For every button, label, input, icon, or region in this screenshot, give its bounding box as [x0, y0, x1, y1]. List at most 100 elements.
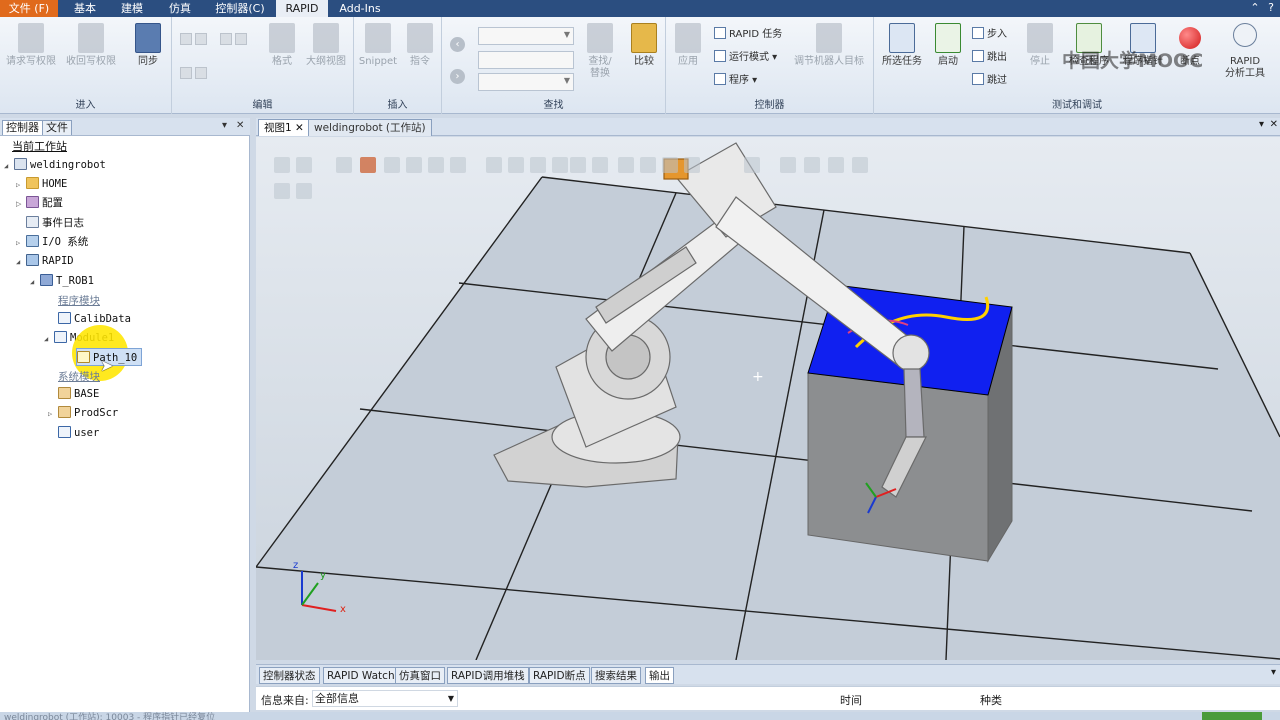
view-tool-icon[interactable] [552, 157, 568, 173]
tab-file[interactable]: 文件 (F) [0, 0, 58, 17]
view-tool-icon[interactable] [662, 157, 678, 173]
view-tool-icon[interactable] [360, 157, 376, 173]
tree-task[interactable]: ◢ T_ROB1 [30, 272, 94, 290]
tree-sysmodule-user[interactable]: user [48, 424, 99, 442]
view-tool-icon[interactable] [592, 157, 608, 173]
tree-station[interactable]: ◢ weldingrobot [4, 156, 106, 174]
stop-button[interactable]: 停止 [1018, 23, 1062, 68]
tab-add-ins[interactable]: Add-Ins [332, 0, 388, 17]
tab-rapid-breakpoints[interactable]: RAPID断点 [529, 667, 590, 684]
program-button[interactable]: 程序 ▾ [714, 73, 757, 89]
panel-close-icon[interactable]: ✕ [236, 120, 244, 131]
tree-module-calibdata[interactable]: CalibData [48, 310, 131, 328]
back-icon[interactable]: ‹ [450, 37, 465, 52]
request-write-button[interactable]: 请求写权限 [6, 23, 56, 68]
expand-arrow-icon[interactable]: ▷ [16, 234, 26, 252]
view-tool-icon[interactable] [570, 157, 586, 173]
rapid-profiler-button[interactable]: RAPID 分析工具 [1220, 23, 1270, 80]
tab-search-results[interactable]: 搜索结果 [591, 667, 641, 684]
view-tool-icon[interactable] [744, 157, 760, 173]
view-tool-icon[interactable] [296, 183, 312, 199]
tab-view1[interactable]: 视图1 ✕ [258, 119, 310, 136]
column-time[interactable]: 时间 [840, 692, 862, 708]
view-tool-icon[interactable] [508, 157, 524, 173]
tree-sysmodule-base[interactable]: BASE [48, 385, 99, 403]
find-combo-2[interactable] [478, 51, 574, 69]
release-write-button[interactable]: 收回写权限 [66, 23, 116, 68]
close-tab-icon[interactable]: ✕ [295, 122, 304, 134]
view-tool-icon[interactable] [428, 157, 444, 173]
comment-icon[interactable] [220, 33, 250, 49]
find-combo-1[interactable]: ▼ [478, 27, 574, 45]
tree-item-io-system[interactable]: ▷ I/O 系统 [16, 233, 88, 251]
view-tool-icon[interactable] [828, 157, 844, 173]
step-out-button[interactable]: 跳出 [972, 50, 1007, 66]
doc-close-icon[interactable]: ✕ [1270, 119, 1278, 130]
tab-simulation[interactable]: 仿真 [158, 0, 202, 17]
tree-item-rapid[interactable]: ◢ RAPID [16, 252, 74, 270]
controller-status-badge[interactable] [1202, 712, 1262, 720]
tab-files-panel[interactable]: 文件 [42, 120, 72, 135]
step-in-button[interactable]: 步入 [972, 27, 1007, 43]
view-tool-icon[interactable] [296, 157, 312, 173]
outline-button[interactable]: 大纲视图 [304, 23, 348, 68]
instruction-button[interactable]: 指令 [398, 23, 442, 68]
tab-controller-status[interactable]: 控制器状态 [259, 667, 320, 684]
view-tool-icon[interactable] [384, 157, 400, 173]
collapse-arrow-icon[interactable]: ◢ [30, 273, 40, 291]
snippet-button[interactable]: Snippet [356, 23, 400, 68]
expand-arrow-icon[interactable]: ▷ [16, 176, 26, 194]
rapid-task-button[interactable]: RAPID 任务 [714, 27, 782, 43]
adjust-targets-button[interactable]: 调节机器人目标 [790, 23, 868, 68]
tab-call-stack[interactable]: RAPID调用堆栈 [447, 667, 529, 684]
view-tool-icon[interactable] [780, 157, 796, 173]
panel-menu-icon[interactable]: ▾ [222, 120, 227, 131]
tree-item-event-log[interactable]: 事件日志 [16, 214, 84, 232]
view-tool-icon[interactable] [618, 157, 634, 173]
current-station-label[interactable]: 当前工作站 [12, 138, 67, 156]
view-tool-icon[interactable] [336, 157, 352, 173]
run-mode-button[interactable]: 运行模式 ▾ [714, 50, 777, 66]
collapse-arrow-icon[interactable]: ◢ [4, 157, 14, 175]
tab-controller[interactable]: 控制器(C) [206, 0, 274, 17]
tab-controller-panel[interactable]: 控制器 [2, 120, 43, 135]
step-over-button[interactable]: 跳过 [972, 73, 1007, 89]
view-tool-icon[interactable] [274, 183, 290, 199]
doc-menu-icon[interactable]: ▾ [1259, 119, 1264, 130]
expand-arrow-icon[interactable]: ▷ [48, 405, 58, 423]
view-tool-icon[interactable] [804, 157, 820, 173]
apply-button[interactable]: 应用 [666, 23, 710, 68]
compare-button[interactable]: 比较 [622, 23, 666, 68]
tab-station[interactable]: weldingrobot (工作站) [308, 119, 432, 136]
find-combo-3[interactable]: ▼ [478, 73, 574, 91]
view-tool-icon[interactable] [274, 157, 290, 173]
view-tool-icon[interactable] [684, 157, 700, 173]
tree-sysmodule-prodscr[interactable]: ▷ ProdScr [48, 404, 118, 422]
tab-basic[interactable]: 基本 [62, 0, 108, 17]
indent-icon[interactable] [180, 33, 210, 49]
tab-sim-window[interactable]: 仿真窗口 [395, 667, 445, 684]
tree-item-home[interactable]: ▷ HOME [16, 175, 67, 193]
help-icon[interactable]: ? [1264, 1, 1278, 15]
minimize-ribbon-icon[interactable]: ⌃ [1248, 1, 1262, 15]
tab-output[interactable]: 输出 [645, 667, 674, 684]
forward-icon[interactable]: › [450, 69, 465, 84]
tab-rapid-watch[interactable]: RAPID Watch [323, 667, 399, 684]
tab-modeling[interactable]: 建模 [110, 0, 154, 17]
3d-viewport[interactable]: + x y z [256, 137, 1280, 660]
output-menu-icon[interactable]: ▾ [1271, 667, 1276, 678]
cut-icon[interactable] [180, 67, 210, 83]
find-replace-button[interactable]: 查找/ 替换 [578, 23, 622, 80]
tab-rapid[interactable]: RAPID [276, 0, 328, 17]
view-tool-icon[interactable] [530, 157, 546, 173]
view-tool-icon[interactable] [450, 157, 466, 173]
view-tool-icon[interactable] [640, 157, 656, 173]
selected-tasks-button[interactable]: 所选任务 [878, 23, 926, 68]
start-button[interactable]: 启动 [926, 23, 970, 68]
sync-button[interactable]: 同步 [128, 23, 168, 68]
tree-item-config[interactable]: ▷ 配置 [16, 194, 63, 212]
expand-arrow-icon[interactable]: ▷ [16, 195, 26, 213]
source-select[interactable]: 全部信息 ▼ [312, 690, 458, 707]
view-tool-icon[interactable] [406, 157, 422, 173]
view-tool-icon[interactable] [486, 157, 502, 173]
